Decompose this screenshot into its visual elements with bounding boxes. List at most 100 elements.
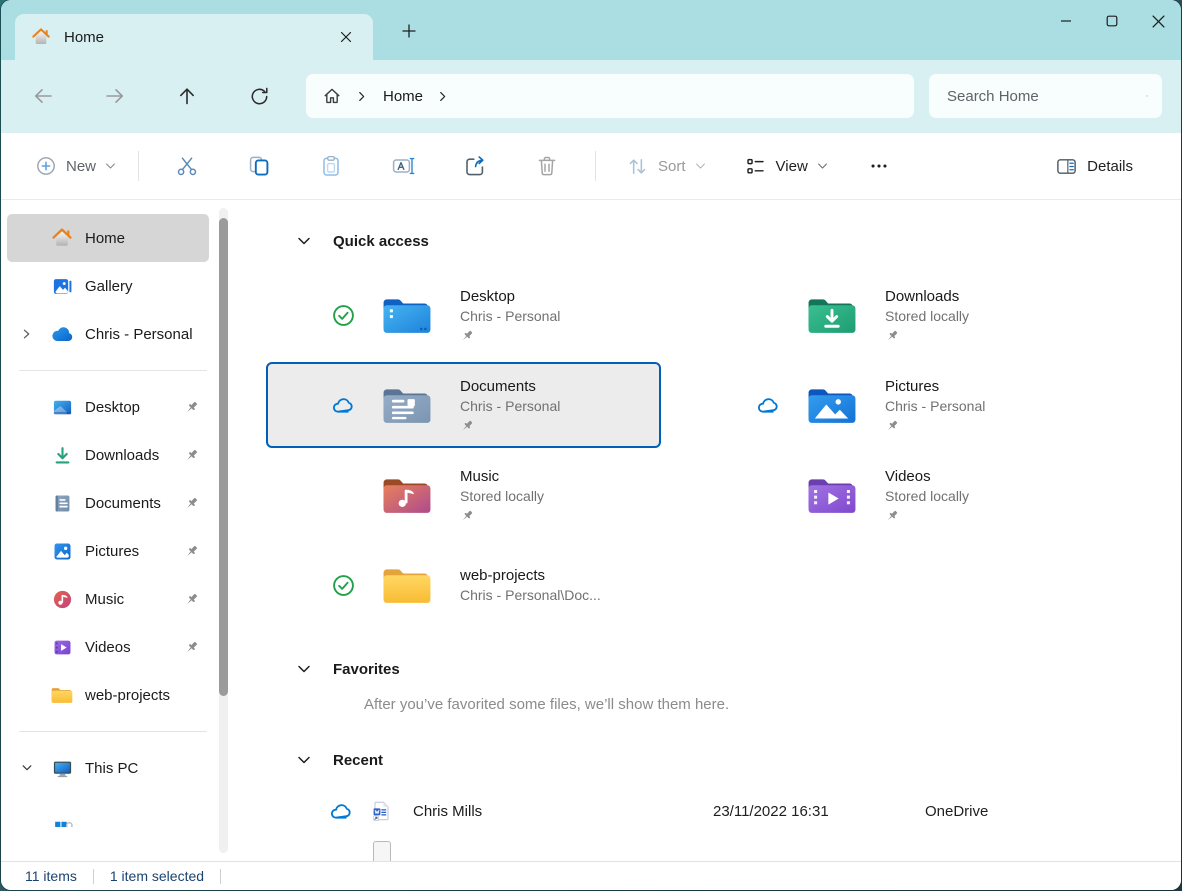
tile-downloads[interactable]: Downloads Stored locally	[691, 272, 1086, 358]
sidebar-item-label: Home	[85, 230, 125, 247]
word-doc-icon	[371, 801, 391, 821]
item-name: Music	[460, 467, 544, 487]
pin-icon	[460, 509, 544, 523]
up-button[interactable]	[169, 78, 205, 114]
chevron-down-icon[interactable]	[297, 754, 311, 766]
view-button[interactable]: View	[734, 146, 838, 186]
sidebar-item-gallery[interactable]: Gallery	[7, 262, 209, 310]
tab-title: Home	[64, 29, 104, 46]
videos-icon	[51, 636, 73, 658]
rename-button[interactable]	[380, 146, 426, 186]
tab-close-button[interactable]	[329, 23, 363, 51]
search-input[interactable]	[947, 88, 1146, 105]
see-more-button[interactable]	[858, 146, 900, 186]
sidebar-item-desktop[interactable]: Desktop	[7, 383, 209, 431]
sidebar-item-local-disk-partial[interactable]	[7, 792, 209, 840]
tile-desktop[interactable]: Desktop Chris - Personal	[266, 272, 661, 358]
section-header-quick-access: Quick access	[297, 230, 1181, 252]
items-count: 11 items	[25, 868, 77, 884]
pin-icon	[460, 329, 560, 343]
synced-status-icon	[331, 303, 355, 327]
chevron-down-icon[interactable]	[21, 762, 51, 774]
forward-button[interactable]	[97, 78, 133, 114]
recent-file-partial-icon	[373, 841, 391, 861]
pin-icon	[460, 419, 560, 433]
close-icon	[1152, 15, 1165, 28]
pin-icon	[184, 496, 199, 511]
sidebar-item-web-projects[interactable]: web-projects	[7, 671, 209, 719]
chevron-down-icon	[105, 161, 116, 171]
section-header-recent: Recent	[297, 749, 1181, 771]
search-icon[interactable]	[1146, 87, 1148, 105]
sidebar-item-pictures[interactable]: Pictures	[7, 527, 209, 575]
section-title: Favorites	[333, 661, 400, 678]
sort-icon	[626, 155, 649, 178]
window-controls	[1043, 0, 1181, 42]
breadcrumb-separator-icon	[438, 91, 449, 102]
maximize-button[interactable]	[1089, 0, 1135, 42]
new-plus-icon	[35, 155, 57, 177]
back-button[interactable]	[25, 78, 61, 114]
sidebar-item-documents[interactable]: Documents	[7, 479, 209, 527]
paste-icon	[319, 154, 343, 178]
details-button[interactable]: Details	[1045, 146, 1143, 186]
onedrive-icon	[51, 323, 73, 345]
view-icon	[744, 155, 767, 178]
breadcrumb: Home	[306, 74, 914, 118]
sidebar-item-downloads[interactable]: Downloads	[7, 431, 209, 479]
share-button[interactable]	[452, 146, 498, 186]
delete-icon	[535, 154, 559, 178]
recent-file-name: Chris Mills	[413, 803, 713, 820]
sidebar-item-home[interactable]: Home	[7, 214, 209, 262]
pin-icon	[885, 509, 969, 523]
minimize-button[interactable]	[1043, 0, 1089, 42]
home-icon	[31, 27, 51, 47]
copy-button[interactable]	[236, 146, 282, 186]
home-icon	[51, 227, 73, 249]
breadcrumb-home-icon[interactable]	[322, 86, 342, 106]
music-folder-icon	[382, 475, 432, 515]
chevron-down-icon[interactable]	[297, 235, 311, 247]
new-button[interactable]: New	[25, 146, 126, 186]
toolbar-divider	[138, 151, 139, 181]
tile-music[interactable]: Music Stored locally	[266, 452, 661, 538]
tile-web-projects[interactable]: web-projects Chris - Personal\Doc...	[266, 542, 661, 628]
sidebar-item-label: Gallery	[85, 278, 133, 295]
rename-icon	[391, 154, 415, 178]
explorer-tab-home[interactable]: Home	[15, 14, 373, 60]
back-icon	[31, 84, 55, 108]
selected-count: 1 item selected	[110, 868, 204, 884]
share-icon	[463, 154, 487, 178]
sidebar-scrollbar-thumb[interactable]	[219, 218, 228, 696]
chevron-down-icon[interactable]	[297, 663, 311, 675]
new-tab-button[interactable]	[389, 16, 429, 46]
sidebar-item-label: Chris - Personal	[85, 326, 193, 343]
tile-videos[interactable]: Videos Stored locally	[691, 452, 1086, 538]
recent-file-date: 23/11/2022 16:31	[713, 803, 925, 820]
close-button[interactable]	[1135, 0, 1181, 42]
cut-button[interactable]	[164, 146, 210, 186]
view-button-label: View	[776, 158, 808, 175]
sidebar-item-music[interactable]: Music	[7, 575, 209, 623]
paste-button[interactable]	[308, 146, 354, 186]
item-name: Desktop	[460, 287, 560, 307]
delete-button[interactable]	[524, 146, 570, 186]
tile-documents[interactable]: Documents Chris - Personal	[266, 362, 661, 448]
sidebar-item-this-pc[interactable]: This PC	[7, 744, 209, 792]
sidebar-item-label: This PC	[85, 760, 138, 777]
tile-pictures[interactable]: Pictures Chris - Personal	[691, 362, 1086, 448]
plus-icon	[402, 24, 416, 38]
copy-icon	[247, 154, 271, 178]
sidebar-divider	[19, 370, 207, 371]
synced-status-icon	[331, 573, 355, 597]
breadcrumb-item-home[interactable]: Home	[383, 88, 423, 105]
statusbar-divider	[220, 869, 221, 884]
chevron-right-icon[interactable]	[21, 328, 51, 340]
refresh-button[interactable]	[241, 78, 277, 114]
sidebar-item-label: Videos	[85, 639, 131, 656]
sort-button[interactable]: Sort	[616, 146, 716, 186]
recent-file-row[interactable]: Chris Mills 23/11/2022 16:31 OneDrive	[266, 793, 1181, 829]
sidebar-item-onedrive-chris-personal[interactable]: Chris - Personal	[7, 310, 209, 358]
sidebar-item-videos[interactable]: Videos	[7, 623, 209, 671]
section-title: Recent	[333, 752, 383, 769]
